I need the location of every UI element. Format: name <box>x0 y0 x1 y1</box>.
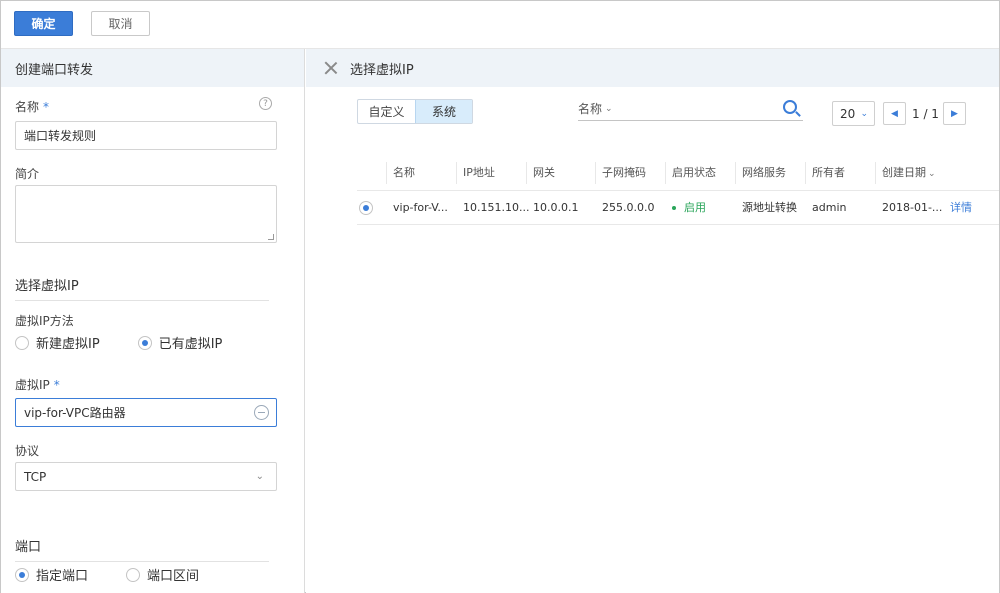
create-port-forwarding-panel: 创建端口转发 名称 * ? 端口转发规则 简介 选择虚拟IP 虚拟IP方法 新建虚… <box>1 49 305 593</box>
protocol-label: 协议 <box>15 444 40 458</box>
cell-netmask: 255.0.0.0 <box>602 201 655 214</box>
column-header-created-text: 创建日期 <box>882 166 926 179</box>
vip-input[interactable]: vip-for-VPC路由器 <box>15 398 277 427</box>
chevron-down-icon[interactable]: ⌄ <box>605 104 613 114</box>
radio-existing-vip-label: 已有虚拟IP <box>158 337 223 352</box>
page-indicator: 1 / 1 <box>912 107 939 121</box>
radio-existing-vip-circle[interactable] <box>137 335 152 350</box>
column-header-owner[interactable]: 所有者 <box>805 162 845 184</box>
radio-new-vip-circle[interactable] <box>15 335 29 350</box>
cell-gateway: 10.0.0.1 <box>533 201 579 214</box>
chevron-right-icon: ▶ <box>951 108 958 119</box>
select-vip-panel: 选择虚拟IP 自定义 系统 名称 ⌄ 20 ⌄ ◀ 1 / 1 ▶ 名称 IP地址… <box>306 49 999 593</box>
required-mark: * <box>43 100 50 114</box>
resize-grip-icon[interactable] <box>268 234 274 240</box>
column-header-name[interactable]: 名称 <box>386 162 415 184</box>
chevron-left-icon: ◀ <box>891 108 898 119</box>
port-section-title: 端口 <box>15 536 269 562</box>
prev-page-button[interactable]: ◀ <box>883 102 906 125</box>
close-icon[interactable] <box>324 61 338 75</box>
description-label: 简介 <box>15 167 40 181</box>
confirm-button[interactable]: 确定 <box>14 11 73 36</box>
search-icon[interactable] <box>783 100 797 114</box>
row-select-cell[interactable] <box>357 191 380 224</box>
radio-specific-port-label: 指定端口 <box>36 569 89 584</box>
search-bar[interactable]: 名称 ⌄ <box>578 97 803 121</box>
help-icon[interactable]: ? <box>259 97 272 110</box>
column-header-netmask[interactable]: 子网掩码 <box>595 162 646 184</box>
table-row[interactable]: vip-for-V... 10.151.10... 10.0.0.1 255.0… <box>357 190 999 225</box>
select-vip-header: 选择虚拟IP <box>306 49 999 87</box>
radio-port-range-circle[interactable] <box>126 567 141 582</box>
radio-new-vip[interactable]: 新建虚拟IP <box>15 333 100 352</box>
cell-service: 源地址转换 <box>742 201 797 214</box>
select-vip-title: 选择虚拟IP <box>350 62 414 78</box>
chevron-down-icon: ⌄ <box>860 108 868 119</box>
vip-method-radio-group: 新建虚拟IP 已有虚拟IP <box>15 333 222 352</box>
column-header-ip[interactable]: IP地址 <box>456 162 495 184</box>
chevron-down-icon: ⌄ <box>255 471 264 482</box>
required-mark: * <box>53 378 60 392</box>
vip-method-label: 虚拟IP方法 <box>15 314 74 328</box>
column-header-status[interactable]: 启用状态 <box>665 162 716 184</box>
vip-label: 虚拟IP * <box>15 376 60 393</box>
protocol-select[interactable]: TCP ⌄ <box>15 462 277 491</box>
cell-status: 启用 <box>666 191 706 224</box>
radio-specific-port-circle[interactable] <box>15 567 29 582</box>
radio-port-range[interactable]: 端口区间 <box>126 565 199 584</box>
panel-title: 创建端口转发 <box>1 49 304 87</box>
name-input[interactable]: 端口转发规则 <box>15 121 277 150</box>
port-radio-group: 指定端口 端口区间 <box>15 565 199 584</box>
search-field-selector[interactable]: 名称 <box>578 100 602 117</box>
description-textarea[interactable] <box>15 185 277 243</box>
radio-port-range-label: 端口区间 <box>147 569 200 584</box>
vip-section-title: 选择虚拟IP <box>15 275 269 301</box>
remove-icon[interactable] <box>254 405 269 420</box>
next-page-button[interactable]: ▶ <box>943 102 966 125</box>
radio-existing-vip[interactable]: 已有虚拟IP <box>137 333 223 352</box>
vip-label-text: 虚拟IP <box>15 378 50 392</box>
column-header-service[interactable]: 网络服务 <box>735 162 786 184</box>
cell-name: vip-for-V... <box>393 201 448 214</box>
source-tabs: 自定义 系统 <box>357 99 473 124</box>
vip-input-value: vip-for-VPC路由器 <box>24 406 126 420</box>
status-text: 启用 <box>684 201 706 214</box>
row-radio[interactable] <box>359 201 373 215</box>
name-label: 名称 * <box>15 98 49 115</box>
tab-system[interactable]: 系统 <box>415 100 472 123</box>
cancel-button[interactable]: 取消 <box>91 11 150 36</box>
cell-created: 2018-01-... <box>882 201 943 214</box>
column-header-gateway[interactable]: 网关 <box>526 162 555 184</box>
details-link[interactable]: 详情 <box>944 191 972 224</box>
name-label-text: 名称 <box>15 100 40 114</box>
cell-ip: 10.151.10... <box>463 201 530 214</box>
tab-custom[interactable]: 自定义 <box>358 100 415 123</box>
top-toolbar: 确定 取消 <box>1 1 999 49</box>
status-dot-icon <box>672 206 676 210</box>
cell-owner: admin <box>812 201 847 214</box>
table-header: 名称 IP地址 网关 子网掩码 启用状态 网络服务 所有者 创建日期 ⌄ <box>357 162 999 184</box>
column-header-created[interactable]: 创建日期 ⌄ <box>875 162 936 184</box>
page-size-select[interactable]: 20 ⌄ <box>832 101 875 126</box>
protocol-selected-value: TCP <box>24 469 47 484</box>
radio-specific-port[interactable]: 指定端口 <box>15 565 88 584</box>
page-size-value: 20 <box>840 106 856 121</box>
chevron-down-icon: ⌄ <box>928 169 936 179</box>
radio-new-vip-label: 新建虚拟IP <box>36 337 100 352</box>
